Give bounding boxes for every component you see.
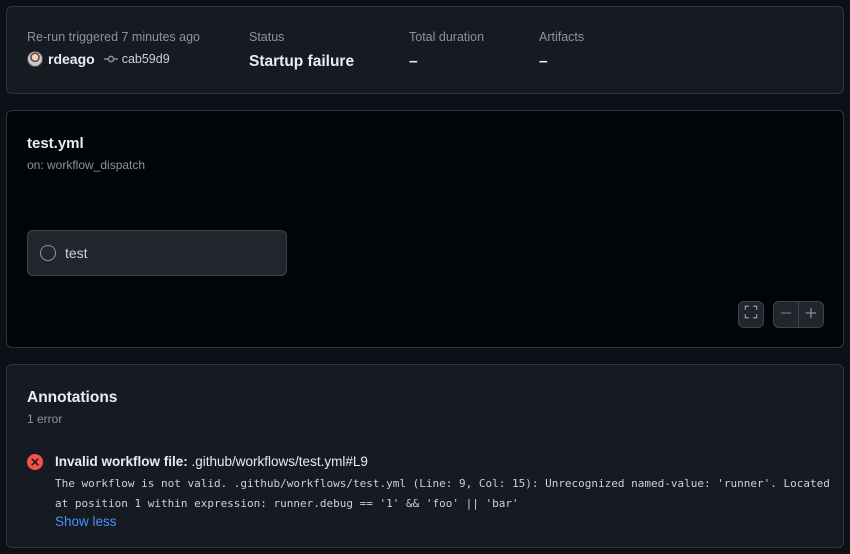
job-name: test [65,245,88,261]
duration-label: Total duration [409,30,485,44]
zoom-in-button[interactable] [798,302,823,327]
job-node-test[interactable]: test [27,230,287,276]
fullscreen-button[interactable] [738,301,764,328]
status-column: Status Startup failure [249,30,354,71]
status-label: Status [249,30,285,44]
annotation-title-prefix: Invalid workflow file: [55,454,188,469]
actor-row: rdeago cab59d9 [27,51,200,67]
trigger-column: Re-run triggered 7 minutes ago rdeago ca… [27,30,200,67]
status-value: Startup failure [249,53,355,70]
annotations-title: Annotations [27,389,118,406]
duration-value: – [409,53,418,70]
annotation-title[interactable]: Invalid workflow file: .github/workflows… [55,454,368,469]
artifacts-column: Artifacts – [539,30,584,71]
workflow-trigger: on: workflow_dispatch [27,158,146,172]
zoom-controls [773,301,824,328]
artifacts-value: – [539,53,548,70]
run-summary-card: Re-run triggered 7 minutes ago rdeago ca… [6,6,844,94]
annotation-file-path: .github/workflows/test.yml#L9 [187,454,368,469]
x-circle-icon [27,454,43,470]
fullscreen-icon [744,305,758,324]
actor-link[interactable]: rdeago [48,51,95,67]
plus-icon [805,306,817,324]
show-less-link[interactable]: Show less [55,514,117,529]
commit-sha-link[interactable]: cab59d9 [122,52,170,66]
workflow-file-name: test.yml [27,135,84,152]
annotations-count: 1 error [27,412,63,426]
pending-circle-icon [40,245,56,261]
git-commit-icon [103,52,118,66]
annotation-message: The workflow is not valid. .github/workf… [55,477,830,510]
annotations-card: Annotations 1 error Invalid workflow fil… [6,364,844,548]
duration-column: Total duration – [409,30,484,71]
trigger-label: Re-run triggered 7 minutes ago [27,30,201,44]
avatar[interactable] [27,51,43,67]
workflow-graph-card: test.yml on: workflow_dispatch test [6,110,844,348]
artifacts-label: Artifacts [539,30,585,44]
zoom-out-button[interactable] [774,302,798,327]
minus-icon [780,306,792,324]
